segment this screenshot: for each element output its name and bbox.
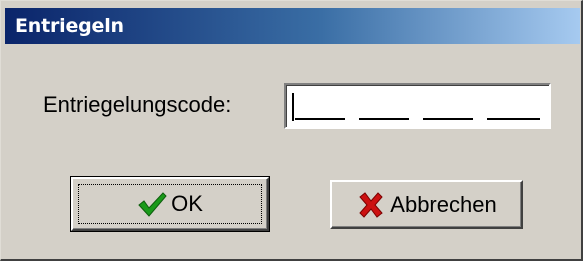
code-segment-4 xyxy=(487,118,540,120)
code-segment-3 xyxy=(423,118,473,120)
ok-button[interactable]: OK xyxy=(70,176,270,232)
ok-button-label: OK xyxy=(171,191,203,216)
code-segment-guides xyxy=(295,118,545,120)
cancel-button[interactable]: Abbrechen xyxy=(330,180,523,229)
checkmark-icon xyxy=(137,190,167,218)
cancel-button-label: Abbrechen xyxy=(390,191,497,217)
cross-icon xyxy=(356,191,386,219)
window-title: Entriegeln xyxy=(15,15,124,37)
title-bar[interactable]: Entriegeln xyxy=(5,8,580,44)
code-segment-1 xyxy=(295,118,345,120)
code-segment-2 xyxy=(359,118,409,120)
text-cursor xyxy=(292,93,294,121)
unlock-code-label: Entriegelungscode: xyxy=(43,92,232,117)
unlock-dialog: Entriegeln Entriegelungscode: OK Abbrech… xyxy=(0,0,583,261)
unlock-code-input[interactable] xyxy=(284,83,551,129)
